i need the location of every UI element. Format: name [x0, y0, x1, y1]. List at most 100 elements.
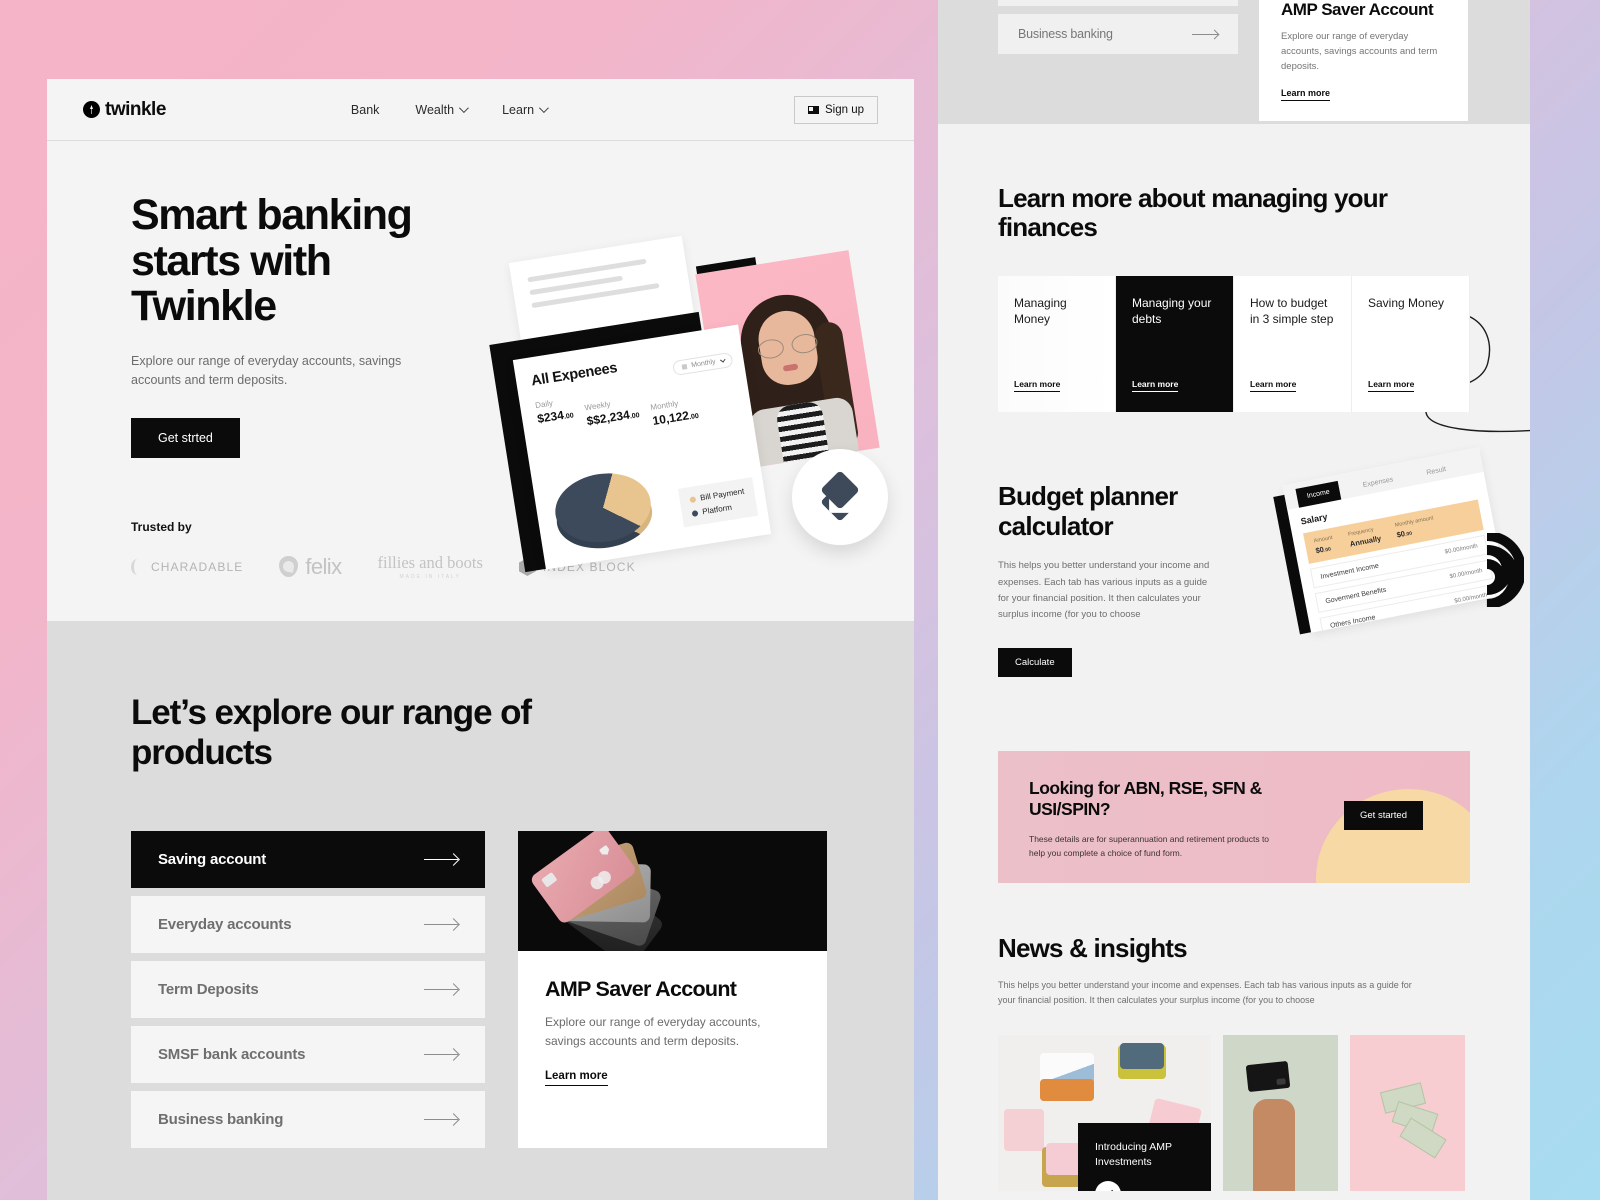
budget-title: Budget planner calculator — [998, 481, 1178, 541]
mail-icon — [807, 105, 826, 114]
calendar-icon — [682, 363, 688, 370]
news-image-wallets[interactable]: Introducing AMP Investments — [998, 1035, 1211, 1192]
product-card-title: AMP Saver Account — [545, 976, 737, 1001]
card-logo-icon — [588, 868, 614, 892]
learn-more-link[interactable]: Learn more — [1014, 379, 1061, 393]
legend-dot — [691, 509, 698, 517]
abn-banner: Looking for ABN, RSE, SFN & USI/SPIN? Th… — [998, 750, 1470, 883]
hero-title: Smart banking starts with Twinkle — [131, 191, 413, 331]
field-cents: .00 — [1404, 530, 1413, 539]
nav-item-label: Wealth — [415, 102, 455, 117]
diamond-layers-icon — [819, 470, 861, 518]
placeholder-line — [527, 258, 647, 283]
news-overlay-arrow-button[interactable] — [1095, 1181, 1121, 1192]
news-title: News & insights — [998, 932, 1188, 963]
learn-more-link[interactable]: Learn more — [545, 1070, 608, 1086]
brand-logo-text: twinkle — [105, 98, 166, 120]
stat-cents: .00 — [629, 412, 641, 421]
news-image-hand-with-card[interactable] — [1223, 1035, 1338, 1192]
learn-card-managing-your-debts[interactable]: Managing your debts Learn more — [1116, 276, 1234, 413]
nav-item-learn[interactable]: Learn — [502, 103, 549, 117]
nav-item-bank[interactable]: Bank — [351, 103, 380, 117]
credit-card-graphic — [1245, 1061, 1291, 1093]
arrow-right-icon — [1192, 30, 1218, 39]
budget-description: This helps you better understand your in… — [998, 560, 1210, 621]
chevron-down-icon — [539, 103, 549, 114]
learn-card-how-to-budget[interactable]: How to budget in 3 simple step Learn mor… — [1234, 276, 1352, 413]
abn-get-started-button[interactable]: Get started — [1344, 800, 1423, 830]
learn-card-managing-money[interactable]: Managing Money Learn more — [998, 276, 1116, 413]
learn-more-link[interactable]: Learn more — [1368, 379, 1415, 393]
expense-stat-weekly: Weekly $$2,234.00 — [584, 395, 642, 438]
news-image-money[interactable] — [1350, 1035, 1465, 1192]
product-card-title: AMP Saver Account — [1281, 0, 1434, 19]
product-card-body: AMP Saver Account Explore our range of e… — [518, 951, 827, 1116]
brand-label: CHARADABLE — [151, 559, 244, 574]
hero-illustration: All Expenees Monthly Daily $234.00 Weekl… — [489, 235, 906, 589]
news-description: This helps you better understand your in… — [998, 979, 1412, 1005]
stat-amount: 10,122 — [651, 408, 690, 428]
product-item-everyday-accounts[interactable]: Everyday accounts — [131, 895, 485, 953]
calculate-button[interactable]: Calculate — [998, 647, 1072, 677]
product-item-saving-account[interactable]: Saving account — [131, 830, 485, 888]
abn-description: These details are for superannuation and… — [1029, 834, 1270, 859]
stat-amount: $234 — [536, 407, 565, 426]
get-started-button[interactable]: Get strted — [131, 418, 240, 459]
learn-card-saving-money[interactable]: Saving Money Learn more — [1352, 276, 1470, 413]
product-list: Saving account Everyday accounts Term De… — [131, 830, 485, 1148]
arrow-right-icon — [424, 984, 458, 995]
product-item-smsf-bank-accounts[interactable]: SMSF bank accounts — [998, 0, 1238, 6]
learn-more-link[interactable]: Learn more — [1250, 379, 1297, 393]
right-main-content: Learn more about managing your finances … — [938, 124, 1530, 1200]
learn-card-title: Managing Money — [1014, 296, 1067, 327]
learn-card-title: How to budget in 3 simple step — [1250, 296, 1334, 327]
credit-cards-photo — [518, 830, 827, 951]
row-label: Others Income — [1329, 613, 1376, 630]
decorative-spiral-icon — [1486, 533, 1524, 608]
news-overlay-title: Introducing AMP Investments — [1095, 1141, 1172, 1169]
brand-label: felix — [305, 553, 342, 579]
stat-cents: .00 — [563, 412, 575, 421]
legend-label: Bill Payment — [699, 486, 745, 503]
budget-planner-section: Budget planner calculator This helps you… — [998, 447, 1524, 677]
banknote-graphic — [1399, 1118, 1447, 1159]
page-frame-right: SMSF bank accounts Business banking AMP … — [938, 0, 1530, 1200]
brand-fillies-and-boots: fillies and boots MADE IN ITALY — [377, 553, 482, 580]
learn-section-title: Learn more about managing your finances — [998, 183, 1388, 243]
brand-logo[interactable]: twinkle — [83, 99, 166, 121]
wallet-graphic — [1004, 1109, 1044, 1152]
twinkle-mark-icon — [83, 101, 100, 118]
product-item-label: Saving account — [158, 850, 267, 868]
wallet-graphic — [1040, 1079, 1094, 1102]
learn-more-link[interactable]: Learn more — [1132, 379, 1179, 393]
signup-button[interactable]: Sign up — [793, 95, 878, 124]
stat-value: $234.00 — [536, 406, 574, 426]
products-grid: Saving account Everyday accounts Term De… — [131, 830, 830, 1148]
legend-label: Platform — [701, 502, 733, 517]
product-item-smsf-bank-accounts[interactable]: SMSF bank accounts — [131, 1025, 485, 1083]
expense-pie-chart — [549, 461, 657, 555]
row-label: Investment Income — [1319, 562, 1380, 581]
product-item-label: Term Deposits — [158, 980, 259, 998]
product-item-term-deposits[interactable]: Term Deposits — [131, 960, 485, 1018]
news-section: News & insights This helps you better un… — [998, 933, 1470, 1192]
learn-more-link[interactable]: Learn more — [1281, 88, 1331, 101]
learn-cards-row: Managing Money Learn more Managing your … — [998, 276, 1470, 413]
product-item-business-banking[interactable]: Business banking — [131, 1090, 485, 1148]
main-nav: Bank Wealth Learn — [351, 102, 549, 117]
brand-charadable: CHARADABLE — [131, 558, 244, 575]
brand-label: fillies and boots — [377, 553, 483, 573]
product-item-business-banking[interactable]: Business banking — [998, 14, 1238, 54]
hero-subtitle: Explore our range of everyday accounts, … — [131, 353, 402, 388]
expense-stat-daily: Daily $234.00 — [535, 396, 578, 446]
nav-item-label: Bank — [350, 102, 380, 117]
news-overlay-card[interactable]: Introducing AMP Investments — [1078, 1123, 1211, 1192]
legend-item: Platform — [691, 500, 747, 518]
nav-item-wealth[interactable]: Wealth — [415, 102, 469, 117]
learn-card-title: Saving Money — [1368, 296, 1445, 311]
pie-chart-top — [550, 466, 656, 549]
hand-graphic — [1253, 1099, 1295, 1192]
news-cards-grid: Introducing AMP Investments — [998, 1035, 1470, 1192]
planner-field-amount: Amount $0.00 — [1313, 535, 1335, 555]
arrow-right-icon — [424, 919, 458, 930]
